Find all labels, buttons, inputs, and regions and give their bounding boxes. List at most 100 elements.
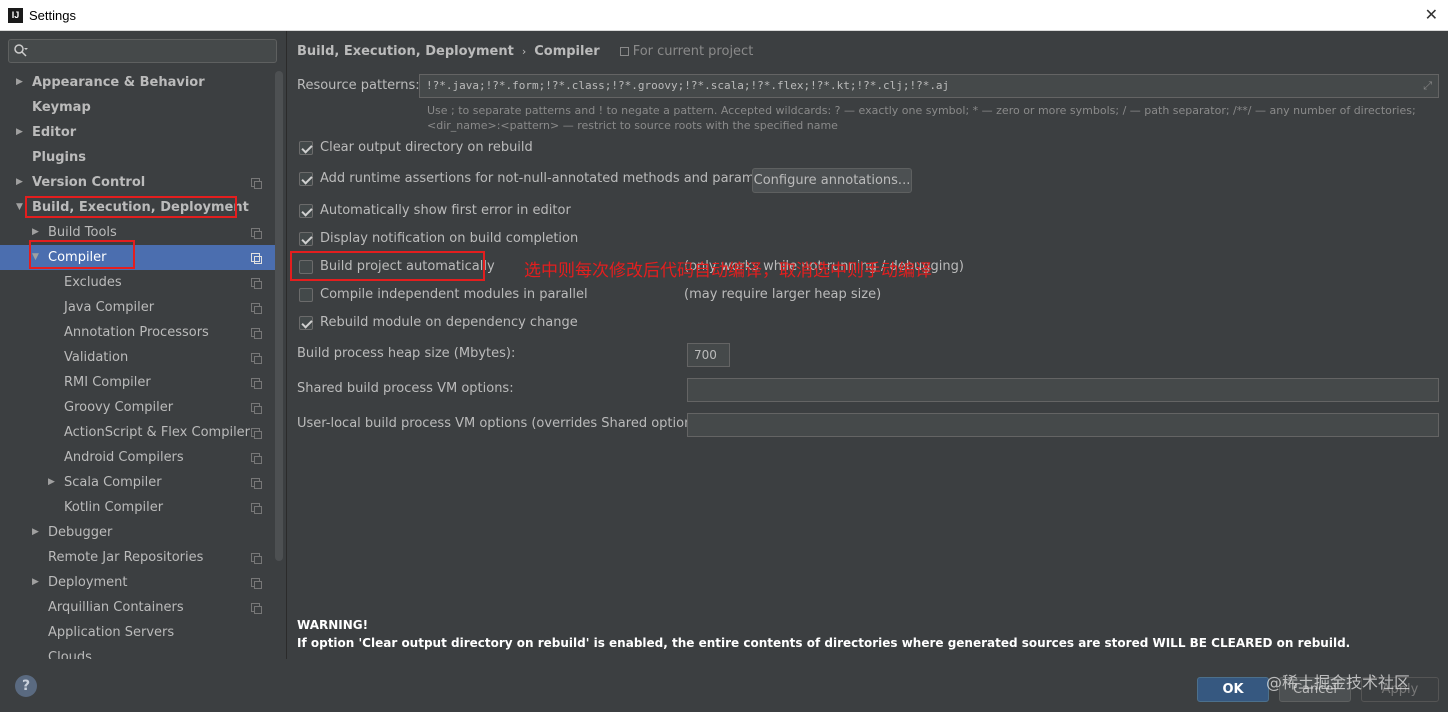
rebuild-on-dependency-label: Rebuild module on dependency change <box>320 315 578 330</box>
sidebar-item-label: Groovy Compiler <box>64 400 174 415</box>
compile-parallel-checkbox[interactable] <box>299 288 313 302</box>
ok-button[interactable]: OK <box>1197 677 1269 702</box>
expand-icon[interactable]: ⤢ <box>1423 79 1432 93</box>
project-scope-icon <box>251 378 262 389</box>
sidebar-item-label: Appearance & Behavior <box>32 75 205 90</box>
highlight-build-execution <box>25 196 237 218</box>
title-bar: IJ Settings ✕ <box>0 0 1448 31</box>
sidebar-item-rmi-compiler[interactable]: RMI Compiler <box>0 370 276 395</box>
sidebar-item-label: Scala Compiler <box>64 475 162 490</box>
warning-text: If option 'Clear output directory on reb… <box>297 636 1351 650</box>
sidebar-item-label: Excludes <box>64 275 122 290</box>
expanded-arrow-icon[interactable]: ▼ <box>16 195 23 220</box>
dialog-button-bar: ? OK Cancel Apply @稀土掘金技术社区 <box>0 659 1448 712</box>
project-scope-icon <box>251 428 262 439</box>
close-icon[interactable]: ✕ <box>1425 5 1438 24</box>
sidebar-item-clouds[interactable]: Clouds <box>0 645 276 659</box>
compile-parallel-note: (may require larger heap size) <box>684 287 882 302</box>
project-scope-icon <box>251 353 262 364</box>
sidebar-item-label: Java Compiler <box>64 300 155 315</box>
heap-size-field[interactable]: 700 <box>687 343 730 367</box>
display-notification-checkbox[interactable] <box>299 232 313 246</box>
heap-size-label: Build process heap size (Mbytes): <box>297 346 516 361</box>
sidebar-item-scala-compiler[interactable]: ▶ Scala Compiler <box>0 470 276 495</box>
rebuild-on-dependency-checkbox[interactable] <box>299 316 313 330</box>
breadcrumb-parent[interactable]: Build, Execution, Deployment <box>297 44 514 59</box>
runtime-assertions-label: Add runtime assertions for not-null-anno… <box>320 171 788 186</box>
highlight-build-automatically <box>290 251 485 281</box>
watermark: @稀土掘金技术社区 <box>1266 673 1411 692</box>
collapsed-arrow-icon[interactable]: ▶ <box>16 120 23 145</box>
collapsed-arrow-icon[interactable]: ▶ <box>32 520 39 545</box>
help-icon[interactable]: ? <box>15 675 37 697</box>
warning-message: WARNING! If option 'Clear output directo… <box>297 616 1350 652</box>
sidebar-item-label: Debugger <box>48 525 113 540</box>
project-scope-icon <box>251 503 262 514</box>
window-title: Settings <box>29 8 76 23</box>
sidebar-item-label: Application Servers <box>48 625 175 640</box>
search-input[interactable] <box>8 39 277 63</box>
breadcrumb-separator: › <box>521 45 527 58</box>
project-scope-icon <box>251 303 262 314</box>
project-scope-icon <box>251 228 262 239</box>
sidebar-item-validation[interactable]: Validation <box>0 345 276 370</box>
sidebar-item-debugger[interactable]: ▶ Debugger <box>0 520 276 545</box>
sidebar-item-label: Deployment <box>48 575 128 590</box>
user-vm-options-field[interactable] <box>687 413 1439 437</box>
clear-output-checkbox[interactable] <box>299 141 313 155</box>
sidebar-item-plugins[interactable]: Plugins <box>0 145 276 170</box>
display-notification-label: Display notification on build completion <box>320 231 579 246</box>
highlight-compiler <box>29 240 135 269</box>
collapsed-arrow-icon[interactable]: ▶ <box>16 170 23 195</box>
sidebar-item-keymap[interactable]: Keymap <box>0 95 276 120</box>
project-scope-icon <box>251 403 262 414</box>
compiler-settings-panel: Build, Execution, Deployment › Compiler For… <box>286 31 1448 659</box>
settings-sidebar: ▶ Appearance & Behavior Keymap ▶ Editor Plugi… <box>0 31 286 659</box>
project-scope-icon <box>251 603 262 614</box>
project-scope-icon <box>251 328 262 339</box>
sidebar-item-label: Plugins <box>32 150 86 165</box>
sidebar-item-label: Validation <box>64 350 129 365</box>
collapsed-arrow-icon[interactable]: ▶ <box>48 470 55 495</box>
sidebar-item-annotation-processors[interactable]: Annotation Processors <box>0 320 276 345</box>
sidebar-scrollbar[interactable] <box>275 71 283 561</box>
sidebar-item-deployment[interactable]: ▶ Deployment <box>0 570 276 595</box>
sidebar-item-editor[interactable]: ▶ Editor <box>0 120 276 145</box>
runtime-assertions-checkbox[interactable] <box>299 172 313 186</box>
sidebar-item-remote-jar-repositories[interactable]: Remote Jar Repositories <box>0 545 276 570</box>
project-scope-icon <box>251 253 262 264</box>
sidebar-item-label: Android Compilers <box>64 450 184 465</box>
sidebar-item-groovy-compiler[interactable]: Groovy Compiler <box>0 395 276 420</box>
sidebar-item-java-compiler[interactable]: Java Compiler <box>0 295 276 320</box>
sidebar-item-android-compilers[interactable]: Android Compilers <box>0 445 276 470</box>
breadcrumb-current: Compiler <box>534 44 600 59</box>
project-scope-icon <box>251 453 262 464</box>
sidebar-item-label: Version Control <box>32 175 146 190</box>
project-scope-icon <box>251 178 262 189</box>
shared-vm-options-label: Shared build process VM options: <box>297 381 514 396</box>
resource-patterns-value: !?*.java;!?*.form;!?*.class;!?*.groovy;!… <box>426 79 950 92</box>
collapsed-arrow-icon[interactable]: ▶ <box>16 70 23 95</box>
sidebar-item-excludes[interactable]: Excludes <box>0 270 276 295</box>
resource-patterns-hint: Use ; to separate patterns and ! to nega… <box>427 104 1416 132</box>
sidebar-item-appearance-behavior[interactable]: ▶ Appearance & Behavior <box>0 70 276 95</box>
sidebar-item-label: Arquillian Containers <box>48 600 184 615</box>
sidebar-item-application-servers[interactable]: Application Servers <box>0 620 276 645</box>
shared-vm-options-field[interactable] <box>687 378 1439 402</box>
chinese-annotation: 选中则每次修改后代码自动编译，取消选中则手动编译 <box>524 261 932 281</box>
project-scope-icon <box>251 278 262 289</box>
intellij-app-icon: IJ <box>8 8 23 23</box>
sidebar-item-label: Keymap <box>32 100 91 115</box>
sidebar-item-version-control[interactable]: ▶ Version Control <box>0 170 276 195</box>
sidebar-item-kotlin-compiler[interactable]: Kotlin Compiler <box>0 495 276 520</box>
warning-title: WARNING! <box>297 618 369 632</box>
sidebar-item-arquillian-containers[interactable]: Arquillian Containers <box>0 595 276 620</box>
show-first-error-checkbox[interactable] <box>299 204 313 218</box>
project-scope-icon <box>619 47 629 56</box>
show-first-error-label: Automatically show first error in editor <box>320 203 571 218</box>
project-scope-icon <box>251 478 262 489</box>
collapsed-arrow-icon[interactable]: ▶ <box>32 570 39 595</box>
configure-annotations-button[interactable]: Configure annotations... <box>752 168 912 193</box>
resource-patterns-field[interactable]: !?*.java;!?*.form;!?*.class;!?*.groovy;!… <box>419 74 1439 98</box>
sidebar-item-actionscript-flex-compiler[interactable]: ActionScript & Flex Compiler <box>0 420 276 445</box>
